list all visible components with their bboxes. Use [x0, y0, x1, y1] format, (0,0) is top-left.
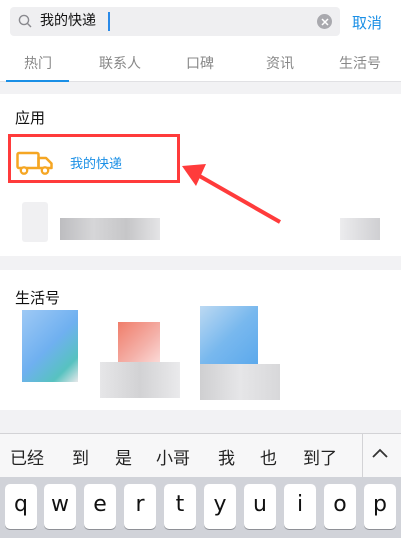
- key-p[interactable]: p: [364, 484, 396, 529]
- blurred-icon: [22, 202, 48, 242]
- suggestion-item[interactable]: 已经: [10, 444, 44, 469]
- suggestion-item[interactable]: 我: [218, 444, 235, 469]
- blurred-text: [340, 218, 380, 240]
- annotation-arrow-icon: [182, 164, 281, 224]
- life-section-title: 生活号: [15, 289, 61, 307]
- search-field[interactable]: 我的快递: [10, 7, 340, 36]
- active-tab-indicator: [6, 80, 69, 82]
- key-t[interactable]: t: [164, 484, 196, 529]
- key-u[interactable]: u: [244, 484, 276, 529]
- key-o[interactable]: o: [324, 484, 356, 529]
- tab-koubei[interactable]: 口碑: [165, 53, 235, 73]
- blurred-text: [60, 218, 160, 240]
- divider: [362, 434, 363, 478]
- highlight-box: [8, 134, 180, 183]
- suggestion-item[interactable]: 是: [115, 444, 132, 469]
- cancel-button[interactable]: 取消: [352, 12, 382, 33]
- key-i[interactable]: i: [284, 484, 316, 529]
- tab-contacts[interactable]: 联系人: [85, 53, 155, 73]
- search-icon: [18, 14, 32, 28]
- text-cursor: [108, 12, 110, 31]
- chevron-up-icon[interactable]: [371, 446, 389, 460]
- search-input[interactable]: 我的快递: [40, 12, 96, 30]
- blurred-avatar: [118, 322, 160, 362]
- key-w[interactable]: w: [44, 484, 76, 529]
- blurred-text: [200, 364, 280, 400]
- tab-hot[interactable]: 热门: [3, 53, 73, 73]
- tab-bar: 热门 联系人 口碑 资讯 生活号: [0, 44, 401, 82]
- suggestion-item[interactable]: 到: [72, 444, 89, 469]
- apps-section-title: 应用: [15, 109, 46, 127]
- key-r[interactable]: r: [124, 484, 156, 529]
- suggestion-item[interactable]: 也: [260, 444, 277, 469]
- search-bar: 我的快递 取消: [0, 0, 401, 44]
- suggestion-item[interactable]: 到了: [303, 444, 337, 469]
- keyboard-suggestion-bar: 已经 到 是 小哥 我 也 到了: [0, 433, 401, 478]
- tab-news[interactable]: 资讯: [245, 53, 315, 73]
- key-y[interactable]: y: [204, 484, 236, 529]
- blurred-text: [100, 362, 180, 398]
- blurred-avatar: [200, 306, 258, 368]
- clear-icon[interactable]: [317, 14, 332, 29]
- key-q[interactable]: q: [5, 484, 37, 529]
- suggestion-item[interactable]: 小哥: [156, 444, 190, 469]
- life-account-section: 生活号: [0, 270, 401, 410]
- key-e[interactable]: e: [84, 484, 116, 529]
- blurred-avatar: [22, 310, 78, 382]
- tab-life-account[interactable]: 生活号: [325, 53, 395, 73]
- keyboard: q w e r t y u i o p: [0, 477, 401, 538]
